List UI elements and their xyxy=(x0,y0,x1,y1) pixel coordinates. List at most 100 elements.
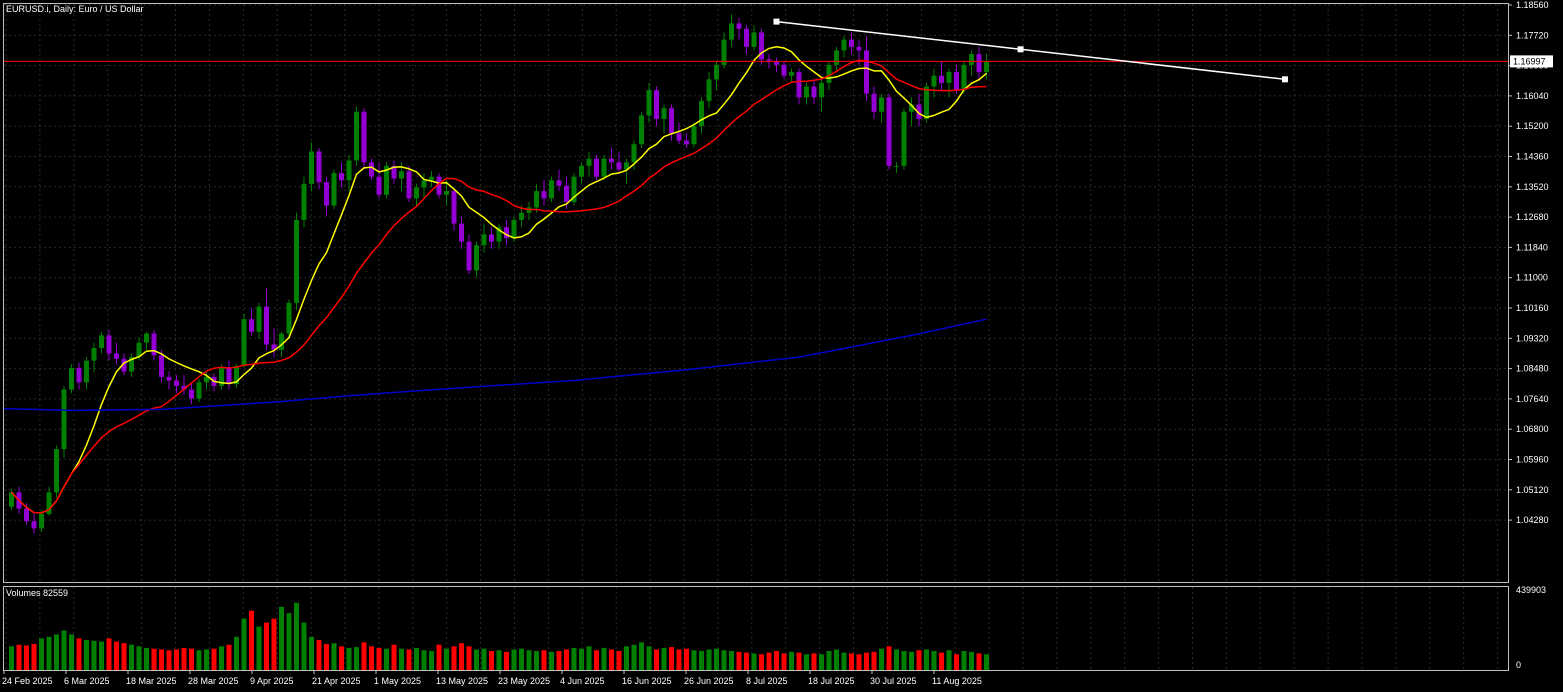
time-tick-label: 30 Jul 2025 xyxy=(870,676,917,686)
candle-body xyxy=(804,86,809,98)
volume-bar xyxy=(909,651,914,670)
trendline-mid-handle[interactable] xyxy=(1017,46,1024,53)
volume-bar xyxy=(856,654,862,670)
price-tick-label: 1.14360 xyxy=(1516,152,1549,162)
volume-bar xyxy=(459,643,464,670)
volume-bar xyxy=(286,613,292,670)
volume-bar xyxy=(549,651,554,670)
volume-bar xyxy=(691,650,697,670)
volume-bar xyxy=(901,651,907,670)
volume-bar xyxy=(166,650,172,670)
volume-bar xyxy=(406,649,412,670)
price-tick-label: 1.08480 xyxy=(1516,364,1549,374)
time-tick-label: 11 Aug 2025 xyxy=(932,676,982,686)
candle-body xyxy=(796,72,802,98)
candle-body xyxy=(256,306,262,332)
candle-body xyxy=(309,151,314,184)
volume-bar xyxy=(384,648,389,670)
candle-body xyxy=(849,39,854,47)
candle-body xyxy=(196,382,202,399)
volume-bar xyxy=(826,651,832,670)
volume-bar xyxy=(436,644,442,670)
candle-body xyxy=(459,223,464,242)
candle-body xyxy=(579,165,584,177)
candle-body xyxy=(354,111,359,161)
candle-body xyxy=(939,75,944,83)
volume-bar xyxy=(241,618,247,670)
price-tick-label: 1.06800 xyxy=(1516,424,1549,434)
candle-body xyxy=(781,64,787,76)
volume-bar xyxy=(369,646,374,670)
candle-body xyxy=(789,72,794,76)
volume-bar xyxy=(211,648,217,670)
volume-bar xyxy=(519,648,524,670)
price-tick-label: 1.10160 xyxy=(1516,303,1549,313)
candle-body xyxy=(601,158,607,177)
volume-bar xyxy=(31,643,37,670)
price-tick-label: 1.12680 xyxy=(1516,212,1549,222)
trendline-end-handle[interactable] xyxy=(1282,76,1288,83)
volume-bar xyxy=(129,644,134,670)
time-tick-label: 21 Apr 2025 xyxy=(312,676,361,686)
candle-body xyxy=(84,360,89,383)
volume-bar xyxy=(676,649,682,670)
candle-body xyxy=(924,86,929,119)
candle-body xyxy=(166,376,172,381)
candle-body xyxy=(616,162,622,170)
price-tick-label: 1.13520 xyxy=(1516,182,1549,192)
volume-bar xyxy=(879,648,884,670)
candle-body xyxy=(654,90,659,119)
volume-bar xyxy=(939,652,944,670)
volume-bar xyxy=(481,648,487,670)
volume-bar xyxy=(609,649,614,670)
volume-bar xyxy=(654,649,659,670)
volume-bar xyxy=(556,651,562,670)
volume-bar xyxy=(294,602,299,670)
volume-bar xyxy=(714,648,719,670)
candle-body xyxy=(174,380,179,386)
candle-body xyxy=(226,367,232,385)
volume-bar xyxy=(886,646,892,670)
trendline-start-handle[interactable] xyxy=(773,18,780,25)
volume-bar xyxy=(9,646,14,670)
time-tick-label: 18 Mar 2025 xyxy=(126,676,177,686)
candle-body xyxy=(691,126,697,145)
volume-bar xyxy=(61,630,67,670)
price-chart[interactable]: 1.185601.177201.168801.160401.152001.143… xyxy=(0,0,1563,692)
candle-body xyxy=(114,353,119,359)
time-tick-label: 6 Mar 2025 xyxy=(64,676,110,686)
volume-bar xyxy=(84,639,89,670)
candle-body xyxy=(451,191,457,224)
candle-body xyxy=(894,165,899,167)
volume-bar xyxy=(744,652,749,670)
candle-body xyxy=(331,173,337,206)
volume-bar xyxy=(391,644,397,670)
candle-body xyxy=(961,64,967,91)
volume-bar xyxy=(586,646,592,670)
candle-body xyxy=(669,108,674,134)
candle-body xyxy=(856,46,862,51)
volume-bar xyxy=(16,644,22,670)
candle-body xyxy=(106,335,112,354)
candle-body xyxy=(481,234,487,246)
volume-bar xyxy=(646,646,652,670)
candle-body xyxy=(189,389,194,399)
volume-bar xyxy=(279,606,284,670)
candle-body xyxy=(279,333,284,350)
candle-body xyxy=(301,183,307,220)
volume-bar xyxy=(54,634,59,670)
candle-body xyxy=(54,449,59,493)
candle-body xyxy=(684,140,689,145)
price-tick-label: 1.07640 xyxy=(1516,394,1549,404)
volume-bar xyxy=(496,650,502,670)
volume-bar xyxy=(24,645,29,670)
volume-bar xyxy=(766,652,772,670)
volume-bar xyxy=(444,648,449,670)
volume-bar xyxy=(579,648,584,670)
candle-body xyxy=(414,187,419,199)
candle-body xyxy=(429,176,434,181)
candle-body xyxy=(399,171,404,179)
time-tick-label: 16 Jun 2025 xyxy=(622,676,672,686)
volume-bar xyxy=(204,649,209,670)
volume-bar xyxy=(976,653,982,670)
